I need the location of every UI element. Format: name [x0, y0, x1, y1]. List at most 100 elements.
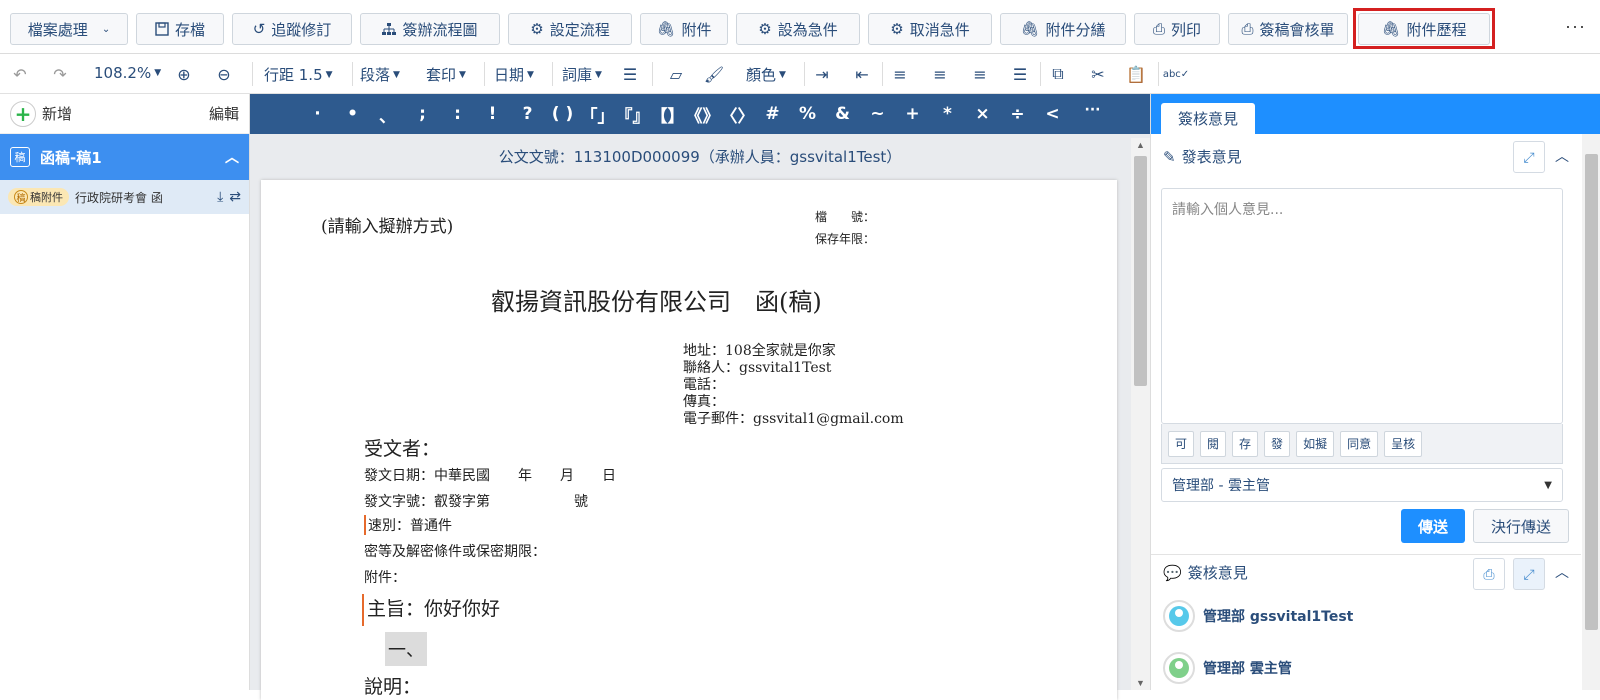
flowchart-button[interactable]: 簽辦流程圖: [360, 13, 500, 45]
symbol-button[interactable]: 「」: [580, 102, 615, 127]
more-menu-button[interactable]: ···: [1565, 16, 1586, 37]
outdent-icon[interactable]: ⇤: [852, 64, 872, 84]
paste-icon[interactable]: 📋: [1126, 64, 1146, 84]
expand-icon[interactable]: ⤢: [1513, 558, 1545, 590]
scroll-up-icon[interactable]: ▲: [1136, 140, 1145, 150]
recipient-select[interactable]: 管理部 - 雲主管 ▼: [1161, 468, 1563, 502]
attachment-button[interactable]: 🖇 附件: [640, 13, 728, 45]
panel-scrollbar[interactable]: [1582, 134, 1600, 690]
comment-icon: 💬: [1163, 563, 1182, 582]
symbol-button[interactable]: ×: [965, 104, 1000, 124]
print-button[interactable]: ⎙ 列印: [1134, 13, 1220, 45]
sign-form-button[interactable]: ⎙ 簽稿會核單: [1228, 13, 1348, 45]
symbol-button[interactable]: ÷: [1000, 104, 1035, 124]
date-dropdown[interactable]: 日期 ▼: [494, 64, 534, 85]
zoom-in-icon[interactable]: ⊕: [174, 64, 194, 84]
note-icon[interactable]: ▱: [666, 64, 686, 84]
subject-line: 主旨：你好你好: [362, 594, 500, 626]
symbol-button[interactable]: :: [440, 104, 475, 124]
symbol-button[interactable]: &: [825, 104, 860, 124]
quick-phrase-button[interactable]: 如擬: [1296, 430, 1335, 457]
symbol-button[interactable]: ·: [300, 104, 335, 124]
color-label: 顏色: [746, 66, 777, 84]
paragraph-dropdown[interactable]: 段落 ▼: [360, 64, 400, 85]
symbol-button[interactable]: !: [475, 104, 510, 124]
copy-icon[interactable]: ⧉: [1048, 64, 1068, 84]
chevron-up-icon[interactable]: ︿: [1555, 562, 1569, 582]
draft-item[interactable]: 稿 函稿-稿1 ︿: [0, 134, 249, 180]
file-handling-dropdown[interactable]: 檔案處理 ⌄: [10, 13, 128, 45]
attachment-split-button[interactable]: 🖇 附件分繕: [1000, 13, 1126, 45]
symbol-button[interactable]: ~: [860, 104, 895, 124]
quick-phrase-button[interactable]: 存: [1232, 430, 1259, 457]
symbol-button[interactable]: 【】: [650, 102, 685, 127]
undo-icon[interactable]: ↶: [10, 64, 30, 84]
download-icon[interactable]: ⤓: [217, 189, 223, 205]
symbol-button[interactable]: 《》: [685, 102, 720, 127]
chevron-up-icon[interactable]: ︿: [225, 147, 239, 167]
symbol-button[interactable]: ;: [405, 104, 440, 124]
attachment-badge-label: 稿附件: [30, 191, 63, 204]
attachment-item[interactable]: 稿稿附件 行政院研考會 函 ⤓ ⇄: [0, 180, 249, 214]
quick-phrase-button[interactable]: 呈核: [1384, 430, 1423, 457]
justify-icon[interactable]: ☰: [1010, 64, 1030, 84]
zoom-dropdown[interactable]: 108.2% ▼: [94, 64, 161, 82]
symbol-button[interactable]: <: [1035, 104, 1070, 124]
document-page[interactable]: (請輸入擬辦方式) 檔 號： 保存年限： 叡揚資訊股份有限公司 函(稿) 地址：…: [261, 180, 1117, 700]
track-changes-button[interactable]: ↺ 追蹤修訂: [232, 13, 352, 45]
symbol-button[interactable]: 〈〉: [720, 102, 755, 127]
save-button[interactable]: 存檔: [136, 13, 224, 45]
expand-icon[interactable]: ⤢: [1513, 141, 1545, 173]
printer-icon[interactable]: ⎙: [1473, 558, 1505, 590]
add-button[interactable]: + 新增: [10, 100, 72, 127]
redo-icon[interactable]: ↷: [50, 64, 70, 84]
symbol-button[interactable]: 、: [370, 102, 405, 127]
opinion-input[interactable]: 請輸入個人意見...: [1161, 188, 1563, 424]
draft-tag-icon: 稿: [10, 147, 30, 167]
quick-phrase-button[interactable]: 同意: [1340, 430, 1379, 457]
line-spacing-dropdown[interactable]: 行距 1.5 ▼: [264, 64, 333, 85]
quick-phrase-button[interactable]: 發: [1264, 430, 1291, 457]
thesaurus-dropdown[interactable]: 詞庫 ▼: [562, 64, 602, 85]
scroll-thumb[interactable]: [1585, 154, 1598, 630]
spellcheck-icon[interactable]: abc✓: [1163, 64, 1189, 84]
align-right-icon[interactable]: ≡: [970, 64, 990, 84]
color-dropdown[interactable]: 顏色 ▼: [746, 64, 786, 85]
symbol-button[interactable]: 『』: [615, 102, 650, 127]
sign-form-label: 簽稿會核單: [1259, 20, 1335, 39]
zoom-out-icon[interactable]: ⊖: [214, 64, 234, 84]
scroll-down-icon[interactable]: ▼: [1136, 678, 1145, 688]
set-flow-button[interactable]: ⚙ 設定流程: [508, 13, 632, 45]
method-placeholder[interactable]: (請輸入擬辦方式): [321, 212, 453, 237]
send-button[interactable]: 傳送: [1401, 509, 1465, 543]
symbol-button[interactable]: #: [755, 104, 790, 124]
paintbrush-icon[interactable]: 🖌: [704, 64, 724, 84]
set-urgent-button[interactable]: ⚙ 設為急件: [736, 13, 860, 45]
draft-title: 函稿-稿1: [40, 148, 102, 167]
edit-button[interactable]: 編輯: [209, 103, 239, 124]
symbol-button[interactable]: *: [930, 104, 965, 124]
symbol-button[interactable]: •: [335, 104, 370, 124]
quick-phrase-button[interactable]: 閱: [1200, 430, 1227, 457]
scissors-icon[interactable]: ✂: [1088, 64, 1108, 84]
symbol-button[interactable]: %: [790, 104, 825, 124]
symbol-bar: · •、;:!?( ) 「」 『』 【】 《》 〈〉 #% & ~ + * × ÷ < ···: [250, 94, 1150, 134]
symbol-button[interactable]: ( ): [545, 104, 580, 124]
scroll-thumb[interactable]: [1134, 156, 1147, 386]
recipient-line: 受文者：: [364, 438, 441, 460]
chevron-up-icon[interactable]: ︿: [1555, 146, 1569, 166]
tab-review-opinions[interactable]: 簽核意見: [1161, 103, 1255, 134]
more-symbols-icon[interactable]: ···: [1075, 102, 1110, 118]
cancel-urgent-button[interactable]: ⚙ 取消急件: [868, 13, 992, 45]
editor-scrollbar[interactable]: ▲ ▼: [1131, 138, 1150, 690]
align-left-icon[interactable]: ≡: [890, 64, 910, 84]
quick-phrase-button[interactable]: 可: [1168, 430, 1195, 457]
symbol-button[interactable]: +: [895, 104, 930, 124]
stamp-dropdown[interactable]: 套印 ▼: [426, 64, 466, 85]
symbol-button[interactable]: ?: [510, 104, 545, 124]
final-send-button[interactable]: 決行傳送: [1473, 509, 1569, 543]
indent-icon[interactable]: ⇥: [812, 64, 832, 84]
align-center-icon[interactable]: ≡: [930, 64, 950, 84]
swap-icon[interactable]: ⇄: [229, 189, 241, 205]
list-icon[interactable]: ☰: [620, 64, 640, 84]
